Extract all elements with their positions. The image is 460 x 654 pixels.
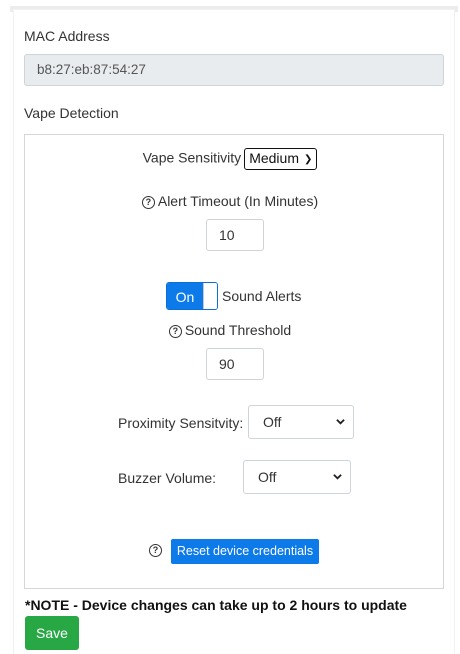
proximity-sensitivity-value: Off [263, 414, 282, 430]
alert-timeout-label: Alert Timeout (In Minutes) [157, 193, 319, 209]
toggle-knob [203, 283, 217, 309]
vape-sensitivity-label: Vape Sensitivity [142, 149, 242, 166]
vape-sensitivity-row: Vape Sensitivity Medium ❯ [0, 148, 460, 170]
toggle-on-label: On [167, 283, 203, 309]
question-circle-icon[interactable]: ? [141, 196, 155, 209]
question-circle-icon[interactable]: ? [168, 325, 182, 338]
sound-threshold-row: ? Sound Threshold [0, 322, 460, 338]
question-circle-icon[interactable]: ? [149, 544, 162, 557]
chevron-down-icon: ❯ [303, 154, 313, 165]
sound-threshold-label: Sound Threshold [184, 322, 292, 338]
sound-alerts-label: Sound Alerts [222, 288, 302, 304]
chevron-down-icon [333, 474, 342, 480]
vape-detection-label: Vape Detection [24, 105, 119, 121]
vape-sensitivity-select[interactable]: Medium ❯ [244, 148, 318, 170]
reset-credentials-button[interactable]: Reset device credentials [171, 539, 319, 564]
vape-sensitivity-value: Medium [249, 150, 299, 166]
proximity-sensitivity-label: Proximity Sensitvity: [118, 415, 244, 431]
save-button[interactable]: Save [25, 616, 79, 650]
mac-address-field: b8:27:eb:87:54:27 [24, 54, 444, 86]
buzzer-volume-label: Buzzer Volume: [118, 470, 217, 486]
mac-address-label: MAC Address [24, 28, 110, 44]
chevron-down-icon [336, 419, 345, 425]
alert-timeout-input[interactable]: 10 [206, 219, 264, 251]
sound-alerts-toggle[interactable]: On [166, 282, 218, 310]
buzzer-volume-select[interactable]: Off [243, 460, 351, 494]
update-note: *NOTE - Device changes can take up to 2 … [25, 597, 407, 613]
alert-timeout-row: ? Alert Timeout (In Minutes) [0, 193, 460, 209]
buzzer-volume-value: Off [258, 469, 277, 485]
proximity-sensitivity-select[interactable]: Off [248, 405, 354, 439]
sound-threshold-input[interactable]: 90 [206, 348, 264, 380]
